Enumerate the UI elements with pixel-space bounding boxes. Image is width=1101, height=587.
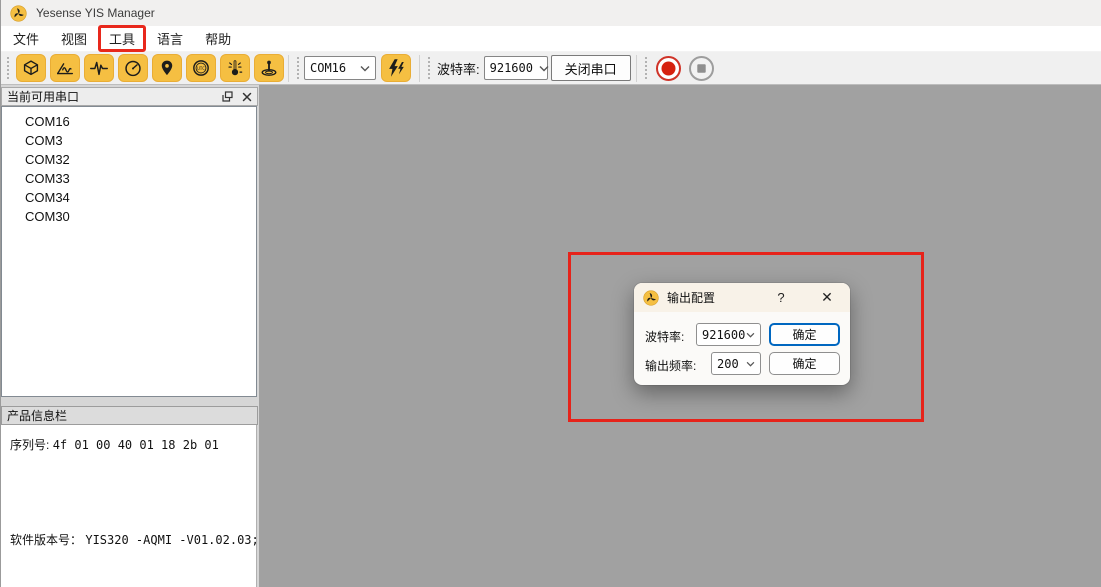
firmware-version-label: 软件版本号： bbox=[10, 533, 82, 547]
close-serial-button[interactable]: 关闭串口 bbox=[551, 55, 631, 81]
surface-marker-icon[interactable] bbox=[254, 54, 284, 82]
serial-number-line: 序列号: 4f 01 00 40 01 18 2b 01 bbox=[10, 436, 219, 453]
close-icon[interactable] bbox=[242, 92, 252, 102]
info-panel-title: 产品信息栏 bbox=[7, 407, 67, 424]
chevron-down-icon bbox=[746, 332, 755, 338]
stop-button[interactable] bbox=[688, 55, 715, 82]
dialog-freq-value: 200 bbox=[717, 357, 739, 371]
location-pin-icon[interactable] bbox=[152, 54, 182, 82]
utc-clock-icon[interactable]: UTC bbox=[186, 54, 216, 82]
dialog-baud-select[interactable]: 921600 bbox=[696, 323, 761, 346]
menu-item-file[interactable]: 文件 bbox=[2, 25, 50, 52]
com-port-select[interactable]: COM16 bbox=[304, 56, 376, 80]
port-item[interactable]: COM16 bbox=[2, 112, 256, 131]
gauge-icon[interactable] bbox=[118, 54, 148, 82]
info-panel-body: 序列号: 4f 01 00 40 01 18 2b 01 软件版本号： YIS3… bbox=[1, 425, 257, 587]
dialog-baud-ok-button[interactable]: 确定 bbox=[769, 323, 840, 346]
ports-panel-header: 当前可用串口 bbox=[1, 87, 258, 106]
output-config-dialog: 输出配置 ? ✕ 波特率: 921600 确定 输出频率: 200 确定 bbox=[634, 283, 850, 385]
toolbar-grip[interactable] bbox=[645, 57, 647, 79]
record-button[interactable] bbox=[655, 55, 682, 82]
svg-text:UTC: UTC bbox=[197, 66, 205, 71]
port-list: COM16 COM3 COM32 COM33 COM34 COM30 bbox=[1, 106, 257, 397]
firmware-version-value: YIS320 -AQMI -V01.02.03; bbox=[85, 533, 258, 547]
lightning-refresh-icon[interactable] bbox=[381, 54, 411, 82]
chevron-down-icon bbox=[360, 65, 370, 72]
baud-rate-label: 波特率: bbox=[437, 59, 480, 78]
waveform-icon[interactable] bbox=[84, 54, 114, 82]
baud-rate-select[interactable]: 921600 bbox=[484, 56, 548, 80]
dialog-freq-label: 输出频率: bbox=[645, 357, 696, 374]
toolbar-grip[interactable] bbox=[428, 57, 430, 79]
dialog-close-button[interactable]: ✕ bbox=[812, 283, 842, 312]
menu-item-help[interactable]: 帮助 bbox=[194, 25, 242, 52]
dialog-title: 输出配置 bbox=[667, 289, 715, 306]
port-item[interactable]: COM34 bbox=[2, 188, 256, 207]
yesense-logo-icon bbox=[643, 290, 659, 306]
chevron-down-icon bbox=[746, 361, 755, 367]
dialog-freq-select[interactable]: 200 bbox=[711, 352, 761, 375]
window-title: Yesense YIS Manager bbox=[36, 6, 155, 20]
yesense-logo-icon bbox=[10, 5, 27, 22]
menu-item-tools[interactable]: 工具 bbox=[98, 25, 146, 52]
serial-number-label: 序列号: bbox=[10, 438, 49, 452]
toolbar-separator bbox=[288, 55, 289, 82]
firmware-version-line: 软件版本号： YIS320 -AQMI -V01.02.03; bbox=[10, 531, 259, 548]
menu-item-view[interactable]: 视图 bbox=[50, 25, 98, 52]
dialog-freq-ok-button[interactable]: 确定 bbox=[769, 352, 840, 375]
toolbar-separator bbox=[419, 55, 420, 82]
info-panel-header: 产品信息栏 bbox=[1, 406, 258, 425]
cube-3d-icon[interactable] bbox=[16, 54, 46, 82]
left-dock-region: 当前可用串口 COM16 COM3 COM32 COM33 COM34 COM3… bbox=[1, 85, 259, 587]
title-bar: Yesense YIS Manager bbox=[1, 0, 1101, 26]
ports-panel-title: 当前可用串口 bbox=[7, 88, 79, 105]
dialog-baud-label: 波特率: bbox=[645, 328, 684, 345]
menu-item-language[interactable]: 语言 bbox=[146, 25, 194, 52]
baud-rate-value: 921600 bbox=[490, 61, 533, 75]
port-item[interactable]: COM3 bbox=[2, 131, 256, 150]
menu-bar: 文件 视图 工具 语言 帮助 bbox=[1, 26, 1101, 52]
serial-number-value: 4f 01 00 40 01 18 2b 01 bbox=[53, 438, 219, 452]
float-icon[interactable] bbox=[222, 91, 233, 102]
toolbar-grip[interactable] bbox=[297, 57, 299, 79]
com-port-value: COM16 bbox=[310, 61, 346, 75]
toolbar: UTC COM16 波特率: 921600 bbox=[1, 52, 1101, 85]
port-item[interactable]: COM32 bbox=[2, 150, 256, 169]
thermometer-icon[interactable] bbox=[220, 54, 250, 82]
chevron-down-icon bbox=[539, 65, 549, 72]
dialog-help-button[interactable]: ? bbox=[766, 283, 796, 312]
angle-wave-icon[interactable] bbox=[50, 54, 80, 82]
toolbar-grip[interactable] bbox=[7, 57, 9, 79]
port-item[interactable]: COM30 bbox=[2, 207, 256, 226]
port-item[interactable]: COM33 bbox=[2, 169, 256, 188]
dialog-baud-value: 921600 bbox=[702, 328, 745, 342]
toolbar-separator bbox=[636, 55, 637, 82]
